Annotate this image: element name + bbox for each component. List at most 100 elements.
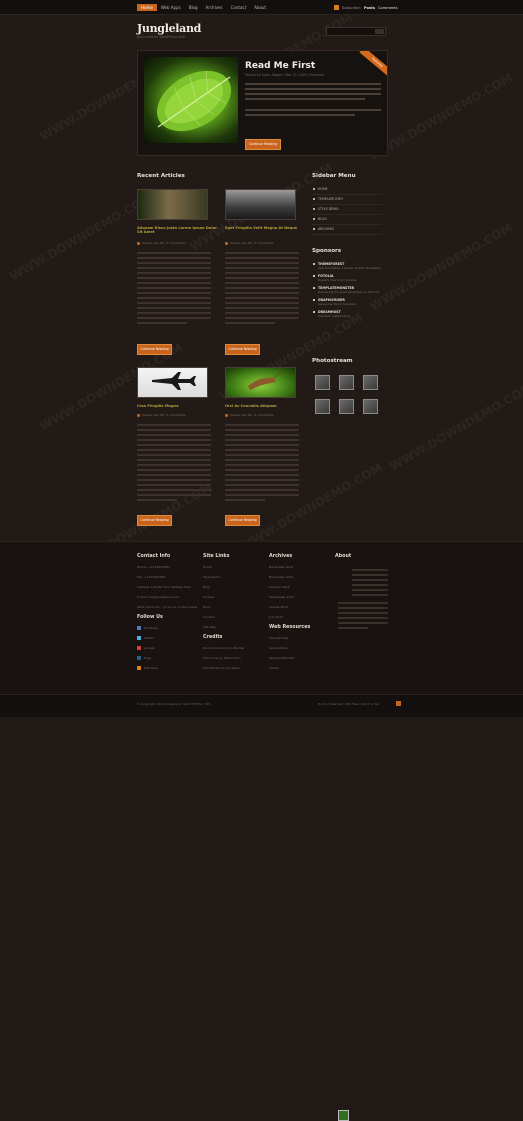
main-nav: Home Web Apps Blog Archives Contact Abou…	[137, 4, 270, 11]
resource-link[interactable]: GraphicRiver	[269, 646, 329, 650]
continue-reading-button[interactable]: Continue Reading	[225, 344, 260, 355]
featured-badge: Featured	[359, 51, 387, 79]
about-text	[338, 602, 388, 632]
site-tagline: Just another WordPress site	[137, 35, 186, 39]
bottom-links[interactable]: Home | Sitemap | RSS Feed | Back to Top	[318, 702, 379, 706]
posts-feed-link[interactable]: Posts	[364, 6, 375, 10]
featured-text-line	[245, 83, 381, 85]
photostream-title: Photostream	[312, 358, 353, 364]
nav-archives[interactable]: Archives	[202, 4, 227, 11]
nav-about[interactable]: About	[250, 4, 270, 11]
sponsor-desc: Awesome Stock Graphics	[318, 302, 356, 306]
archive-link[interactable]: November 2012	[269, 575, 329, 579]
sponsor-item[interactable]: THEMEFOREST Site Templates, Themes & Web …	[312, 262, 384, 270]
follow-google[interactable]: Google	[137, 646, 195, 650]
archive-link[interactable]: September 2012	[269, 595, 329, 599]
sponsors-title: Sponsors	[312, 248, 342, 254]
sponsors-list: THEMEFOREST Site Templates, Themes & Web …	[312, 262, 384, 322]
footer-link[interactable]: Site Map	[203, 625, 263, 629]
follow-digg[interactable]: Digg	[137, 656, 195, 660]
credit-link[interactable]: Free Icons by Wefunction	[203, 656, 263, 660]
photo-thumbnail[interactable]	[363, 399, 378, 414]
photo-thumbnail[interactable]	[363, 375, 378, 390]
digg-icon	[137, 656, 141, 660]
article-title[interactable]: Orci Ac Convallis Aliquam	[225, 404, 305, 408]
footer-about-title: About	[335, 554, 352, 559]
featured-leaf-image	[144, 57, 238, 143]
bottom-bar: © Copyright 2012 Jungleland. Valid XHTML…	[0, 694, 523, 717]
sponsor-item[interactable]: GRAPHICRIVER Awesome Stock Graphics	[312, 298, 384, 306]
credit-link[interactable]: Round Icons by Icon Builder	[203, 646, 263, 650]
search-button[interactable]	[375, 29, 384, 34]
continue-reading-button[interactable]: Continue Reading	[137, 344, 172, 355]
rss-icon	[137, 666, 141, 670]
article-title[interactable]: Cras Fringilla Magna	[137, 404, 217, 408]
clock-icon	[137, 241, 140, 245]
sidebar-item-style-demo[interactable]: STYLE DEMO	[312, 205, 382, 215]
continue-reading-button[interactable]: Continue Reading	[137, 515, 172, 526]
footer-link[interactable]: Docs	[203, 605, 263, 609]
article-thumbnail[interactable]	[137, 367, 208, 398]
sidebar-item-blog[interactable]: BLOG	[312, 215, 382, 225]
footer-link[interactable]: Contact	[203, 615, 263, 619]
archive-link[interactable]: October 2012	[269, 585, 329, 589]
sponsor-item[interactable]: DREAMHOST Premium webhosting	[312, 310, 384, 318]
sponsor-item[interactable]: TEMPLATEMONSTER Delivering the best templ…	[312, 286, 384, 294]
photo-thumbnail[interactable]	[315, 399, 330, 414]
follow-facebook[interactable]: Facebook	[137, 626, 195, 630]
archive-link[interactable]: December 2012	[269, 565, 329, 569]
footer-link[interactable]: Style Demo	[203, 575, 263, 579]
featured-text-line	[245, 114, 355, 116]
sidebar-item-archives[interactable]: ARCHIVES	[312, 225, 382, 235]
photo-thumbnail[interactable]	[339, 375, 354, 390]
nav-contact[interactable]: Contact	[227, 4, 251, 11]
follow-rss[interactable]: RSS Feed	[137, 666, 195, 670]
contact-email[interactable]: E-mail: me@jungleland.com	[137, 595, 195, 599]
twitter-icon	[137, 636, 141, 640]
featured-title[interactable]: Read Me First	[245, 61, 315, 71]
article-meta: Posted: Jan 04 | 2 Comments	[225, 241, 273, 245]
photo-thumbnail[interactable]	[339, 399, 354, 414]
article-thumbnail[interactable]	[225, 367, 296, 398]
nav-home[interactable]: Home	[137, 4, 157, 11]
footer-link[interactable]: Blog	[203, 585, 263, 589]
footer-resources-title: Web Resources	[269, 625, 311, 630]
sponsor-desc: Royalty free stock photos	[318, 278, 357, 282]
article-title[interactable]: Eget Fringilla Velit Magna At Neque	[225, 226, 305, 230]
featured-continue-button[interactable]: Continue Reading	[245, 139, 281, 150]
about-text	[352, 569, 388, 599]
search-input[interactable]	[327, 28, 373, 35]
sidebar-menu: HOME TEMPLATE INFO STYLE DEMO BLOG ARCHI…	[312, 185, 382, 235]
article-title[interactable]: Aliquam Risus Justo Lorem Ipsum Dolor Si…	[137, 226, 217, 234]
article-meta: Posted: Jan 02 | 4 Comments	[225, 413, 273, 417]
resource-link[interactable]: Fotolia	[269, 666, 329, 670]
photo-thumbnail[interactable]	[315, 375, 330, 390]
nav-web-apps[interactable]: Web Apps	[157, 4, 185, 11]
article-thumbnail[interactable]	[137, 189, 208, 220]
sidebar-item-home[interactable]: HOME	[312, 185, 382, 195]
sidebar-item-template-info[interactable]: TEMPLATE INFO	[312, 195, 382, 205]
credit-link[interactable]: Free Photos by Unsplash	[203, 666, 263, 670]
google-icon	[137, 646, 141, 650]
site-logo[interactable]: Jungleland	[137, 22, 201, 35]
article-thumbnail[interactable]	[225, 189, 296, 220]
sponsor-item[interactable]: FOTOLIA Royalty free stock photos	[312, 274, 384, 282]
featured-post: Read Me First Posted by Erwin Aligam | M…	[137, 50, 388, 156]
clock-icon	[225, 241, 228, 245]
contact-site[interactable]: Want more info - go to our contact page	[137, 605, 197, 609]
back-to-top-icon[interactable]	[396, 701, 401, 706]
footer-link[interactable]: Home	[203, 565, 263, 569]
footer-contact-title: Contact Info	[137, 554, 171, 559]
resource-link[interactable]: TemplateMonster	[269, 656, 329, 660]
nav-blog[interactable]: Blog	[185, 4, 202, 11]
resource-link[interactable]: ThemeForest	[269, 636, 329, 640]
search-box	[326, 27, 386, 36]
archive-link[interactable]: July 2012	[269, 615, 329, 619]
continue-reading-button[interactable]: Continue Reading	[225, 515, 260, 526]
archive-link[interactable]: August 2012	[269, 605, 329, 609]
featured-text-line	[245, 88, 381, 90]
comments-feed-link[interactable]: Comments	[378, 6, 397, 10]
footer-link[interactable]: Archive	[203, 595, 263, 599]
follow-twitter[interactable]: Twitter	[137, 636, 195, 640]
contact-fax: Fax: +1234567891	[137, 575, 166, 579]
